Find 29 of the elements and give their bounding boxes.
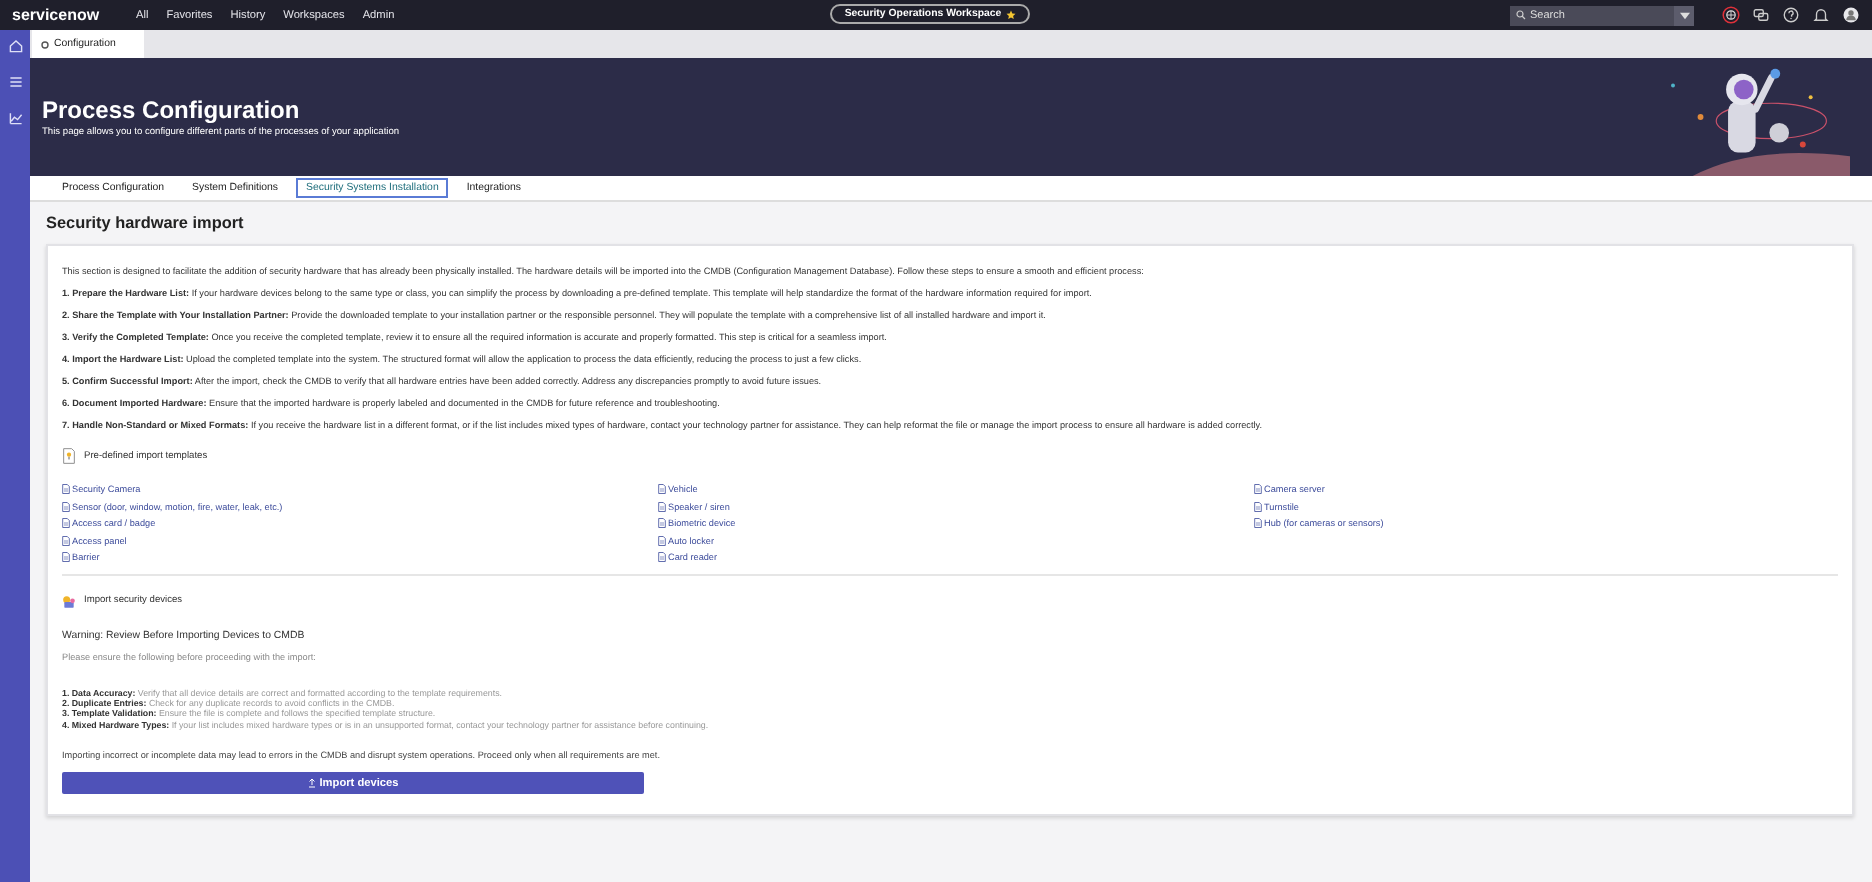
- logo[interactable]: servicenow: [12, 6, 136, 24]
- page-title: Process Configuration: [42, 96, 302, 124]
- section-heading: Security hardware import: [46, 214, 246, 232]
- star-icon[interactable]: [1005, 9, 1016, 19]
- file-icon: [62, 518, 70, 529]
- file-icon: [658, 535, 666, 546]
- upload-icon: [307, 778, 316, 789]
- chat-icon[interactable]: [1752, 6, 1770, 24]
- file-icon: [658, 518, 666, 529]
- home-icon[interactable]: [7, 38, 23, 54]
- chart-icon[interactable]: [7, 110, 23, 126]
- file-icon: [62, 535, 70, 546]
- file-icon: [658, 552, 666, 563]
- devices-icon: [62, 593, 76, 610]
- menu-icon[interactable]: [7, 74, 23, 90]
- file-icon: [62, 484, 70, 495]
- document-icon: [62, 448, 76, 464]
- avatar-icon[interactable]: [1842, 6, 1860, 24]
- help-icon[interactable]: [1782, 6, 1800, 24]
- file-icon: [1254, 518, 1262, 529]
- file-icon: [658, 484, 666, 495]
- bell-icon[interactable]: [1812, 6, 1830, 24]
- file-icon: [658, 501, 666, 512]
- file-icon: [1254, 484, 1262, 495]
- file-icon: [62, 501, 70, 512]
- caret-icon[interactable]: [1679, 11, 1689, 19]
- file-icon: [1254, 501, 1262, 512]
- globe-icon[interactable]: [1722, 6, 1740, 24]
- file-icon: [62, 552, 70, 563]
